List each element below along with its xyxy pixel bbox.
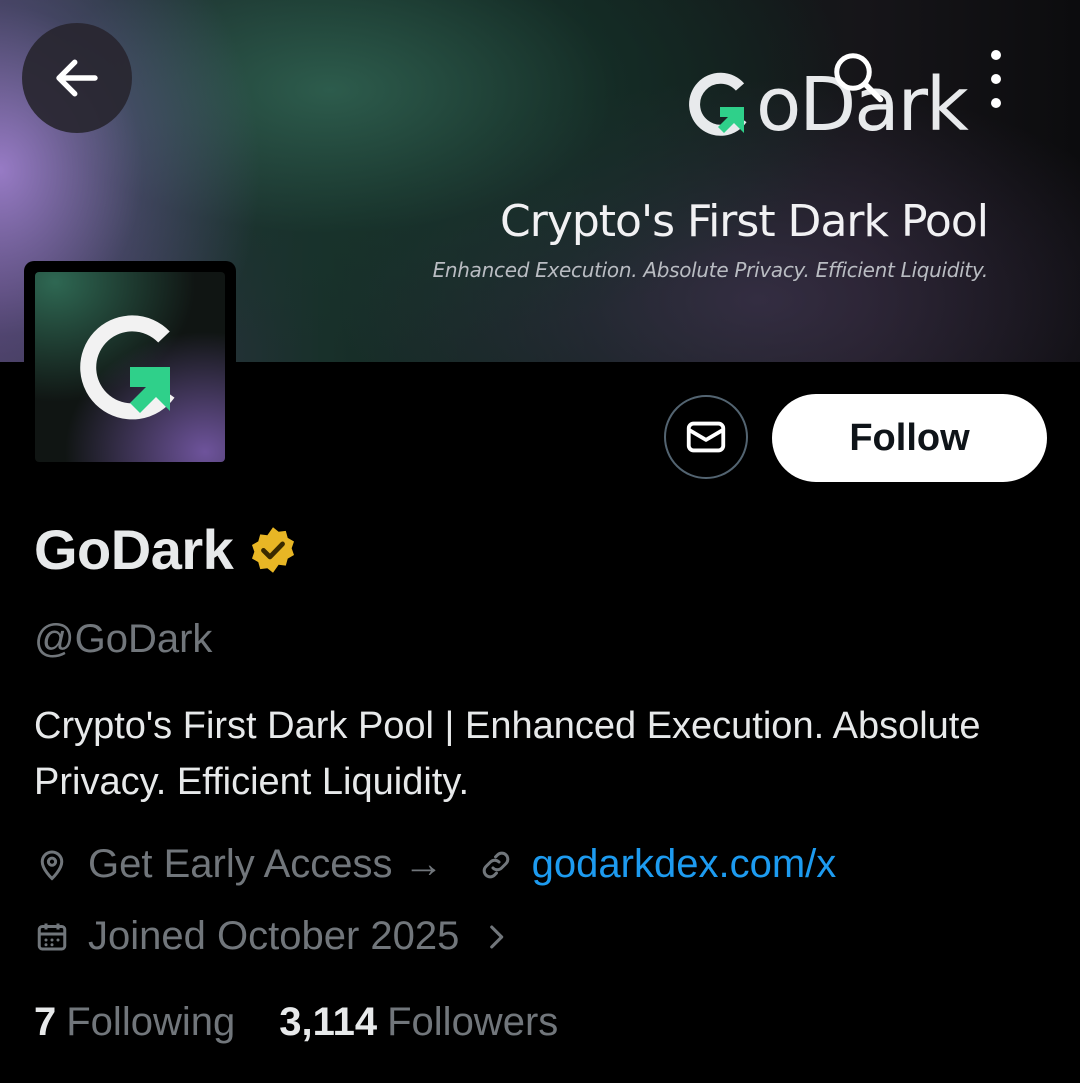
profile-stats: 7 Following 3,114 Followers [34,1000,558,1045]
message-button[interactable] [664,395,748,479]
avatar [35,272,225,462]
calendar-icon [37,923,67,950]
godark-logo-icon [689,72,747,136]
followers-stat[interactable]: 3,114 Followers [279,1000,558,1045]
profile-bio: Crypto's First Dark Pool | Enhanced Exec… [34,705,981,803]
profile-handle: @GoDark [34,617,213,661]
search-icon [834,53,884,103]
follow-button[interactable]: Follow [772,394,1047,482]
location-pin-icon [40,849,64,881]
location-text: Get Early Access → [88,842,444,886]
envelope-icon [686,421,726,453]
godark-avatar-logo-icon [80,315,175,420]
arrow-left-icon [56,59,98,97]
joined-text: Joined October 2025 [88,914,460,958]
display-name: GoDark [34,518,234,581]
following-stat[interactable]: 7 Following [34,1000,235,1045]
chevron-right-icon [490,925,504,948]
joined-date-row[interactable]: Joined October 2025 [34,914,513,959]
profile-name-row: GoDark [34,517,299,582]
more-vertical-icon [991,50,1001,60]
more-options-button[interactable] [978,50,1014,108]
followers-count: 3,114 [279,1000,378,1044]
following-label: Following [66,1000,236,1044]
profile-meta-location-row: Get Early Access → godarkdex.com/x [34,842,836,887]
profile-avatar[interactable] [24,261,236,473]
following-count: 7 [34,1000,57,1044]
link-icon [482,851,509,878]
banner-tagline: Crypto's First Dark Pool [500,196,989,247]
back-button[interactable] [22,23,132,133]
followers-label: Followers [387,1000,559,1044]
search-button[interactable] [826,45,890,109]
verified-badge-icon[interactable] [247,524,299,576]
website-link[interactable]: godarkdex.com/x [532,842,837,887]
banner-subtagline: Enhanced Execution. Absolute Privacy. Ef… [432,258,989,282]
